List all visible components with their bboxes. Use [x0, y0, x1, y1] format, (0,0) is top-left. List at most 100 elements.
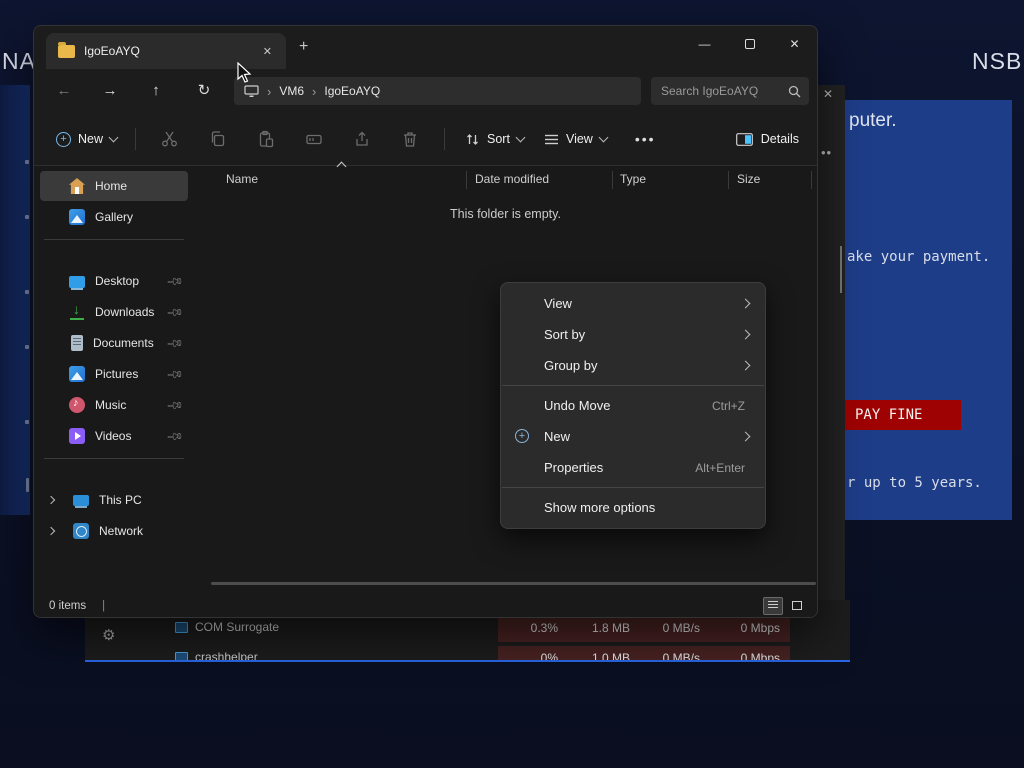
folder-icon — [58, 41, 75, 58]
sort-arrows-icon — [467, 133, 478, 145]
computer-icon — [244, 84, 259, 97]
scrollbar[interactable] — [840, 246, 842, 293]
chevron-right-icon — [740, 360, 751, 371]
details-pane-icon — [735, 132, 753, 146]
background-window-strip: ✕ •• — [818, 85, 845, 600]
titlebar[interactable]: IgoEoAYQ ✕ + — ✕ — [34, 26, 817, 69]
column-header-type[interactable]: Type — [620, 172, 646, 186]
forward-icon[interactable]: → — [98, 79, 122, 103]
menu-item-show-more-options[interactable]: Show more options — [501, 492, 765, 523]
maximize-button[interactable] — [727, 26, 772, 62]
column-header-row: Name Date modified Type Size — [194, 161, 817, 191]
chevron-right-icon[interactable] — [46, 526, 56, 536]
menu-item-label: Show more options — [544, 500, 656, 515]
details-button[interactable]: Details — [735, 132, 799, 146]
status-bar: 0 items | — [34, 594, 817, 617]
close-icon[interactable]: ✕ — [823, 87, 833, 101]
thumbnail-view-icon — [792, 601, 802, 610]
background-left-strip — [0, 85, 30, 515]
menu-item-properties[interactable]: Properties Alt+Enter — [501, 452, 765, 483]
process-icon — [175, 652, 188, 660]
memory-cell: 1.0 MB — [568, 646, 640, 660]
pay-fine-button[interactable]: PAY FINE — [845, 400, 961, 430]
tab-close-icon[interactable]: ✕ — [259, 43, 276, 60]
breadcrumb[interactable]: › VM6 › IgoEoAYQ — [234, 77, 641, 105]
home-icon — [69, 178, 85, 194]
breadcrumb-item[interactable]: VM6 — [279, 84, 304, 98]
column-header-date[interactable]: Date modified — [475, 172, 549, 186]
chevron-right-icon[interactable] — [46, 495, 56, 505]
back-icon[interactable]: ← — [52, 79, 76, 103]
cut-icon[interactable] — [146, 130, 194, 148]
search-input[interactable]: Search IgoEoAYQ — [651, 77, 809, 105]
large-icons-view-toggle[interactable] — [787, 597, 807, 615]
menu-item-group-by[interactable]: Group by — [501, 350, 765, 381]
column-divider[interactable] — [728, 171, 729, 189]
command-bar: + New Sort View ••• Details — [34, 113, 817, 166]
ransom-text-line2: ake your payment. — [847, 249, 991, 265]
column-divider[interactable] — [466, 171, 467, 189]
menu-item-sort-by[interactable]: Sort by — [501, 319, 765, 350]
sidebar-item-label: Home — [95, 179, 128, 193]
downloads-icon — [69, 301, 85, 320]
horizontal-scrollbar[interactable] — [211, 582, 816, 585]
table-row[interactable]: crashhelper 0% 1.0 MB 0 MB/s 0 Mbps — [85, 646, 850, 660]
share-icon[interactable] — [338, 130, 386, 148]
view-button[interactable]: View — [534, 126, 617, 152]
column-divider[interactable] — [811, 171, 812, 189]
strip-dot — [25, 290, 29, 294]
chevron-right-icon — [740, 431, 751, 442]
cpu-cell: 0.3% — [498, 616, 568, 642]
copy-icon[interactable] — [194, 130, 242, 148]
menu-item-new[interactable]: + New — [501, 421, 765, 452]
sidebar-item-music[interactable]: Music 📌︎ — [40, 390, 188, 420]
menu-item-undo-move[interactable]: Undo Move Ctrl+Z — [501, 390, 765, 421]
sidebar-item-label: Desktop — [95, 274, 140, 288]
process-name: COM Surrogate — [195, 620, 280, 634]
see-more-icon[interactable]: ••• — [617, 131, 674, 147]
sidebar-item-label: Pictures — [95, 367, 139, 381]
sidebar-item-gallery[interactable]: Gallery — [40, 202, 188, 232]
sidebar-item-network[interactable]: Network — [40, 516, 188, 546]
breadcrumb-item[interactable]: IgoEoAYQ — [324, 84, 380, 98]
delete-icon[interactable] — [386, 130, 434, 148]
sidebar-item-label: Gallery — [95, 210, 134, 224]
menu-item-label: Sort by — [544, 327, 586, 342]
rename-icon[interactable] — [290, 130, 338, 148]
paste-icon[interactable] — [242, 130, 290, 148]
list-view-icon — [768, 601, 778, 610]
search-icon — [788, 85, 801, 97]
close-button[interactable]: ✕ — [772, 26, 817, 62]
table-row[interactable]: COM Surrogate 0.3% 1.8 MB 0 MB/s 0 Mbps — [85, 616, 850, 642]
tab-title: IgoEoAYQ — [84, 44, 140, 58]
view-lines-icon — [544, 134, 558, 144]
divider — [444, 128, 446, 150]
sidebar-item-label: Documents — [93, 336, 154, 350]
minimize-button[interactable]: — — [682, 26, 727, 62]
new-tab-icon[interactable]: + — [299, 38, 308, 56]
sidebar-item-documents[interactable]: Documents 📌︎ — [40, 328, 188, 358]
sidebar-item-pictures[interactable]: Pictures 📌︎ — [40, 359, 188, 389]
menu-item-view[interactable]: View — [501, 288, 765, 319]
column-header-size[interactable]: Size — [737, 172, 760, 186]
refresh-icon[interactable]: ↻ — [192, 79, 216, 103]
empty-folder-message: This folder is empty. — [450, 207, 561, 221]
new-button[interactable]: + New — [48, 126, 125, 153]
ransom-text-line3: r up to 5 years. — [847, 475, 982, 491]
sidebar-item-videos[interactable]: Videos 📌︎ — [40, 421, 188, 451]
sidebar-item-home[interactable]: Home — [40, 171, 188, 201]
sidebar-item-desktop[interactable]: Desktop 📌︎ — [40, 266, 188, 296]
sidebar-item-this-pc[interactable]: This PC — [40, 485, 188, 515]
strip-dot — [25, 215, 29, 219]
details-view-toggle[interactable] — [763, 596, 783, 615]
column-divider[interactable] — [612, 171, 613, 189]
column-header-name[interactable]: Name — [226, 172, 258, 186]
menu-item-label: View — [544, 296, 572, 311]
details-button-label: Details — [760, 132, 799, 146]
more-icon[interactable]: •• — [821, 145, 832, 160]
up-icon[interactable]: ↑ — [144, 79, 168, 103]
sidebar-item-downloads[interactable]: Downloads 📌︎ — [40, 297, 188, 327]
menu-shortcut: Alt+Enter — [695, 460, 745, 475]
sort-button[interactable]: Sort — [455, 126, 534, 153]
text-caret: | — [102, 599, 106, 612]
